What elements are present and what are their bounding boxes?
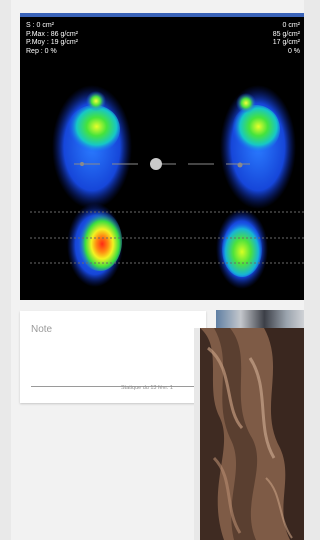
patient-photo[interactable]	[194, 328, 304, 540]
pressure-scan-view: S : 0 cm² P.Max : 86 g/cm² P.Moy : 19 g/…	[20, 17, 304, 300]
exam-caption: Statique du 13 févr. 1	[121, 385, 173, 391]
note-card[interactable]: Note	[20, 311, 206, 403]
photo-thumbnail-strip[interactable]	[216, 310, 304, 330]
note-label: Note	[31, 324, 53, 335]
footprint-heatmap	[30, 85, 304, 289]
right-footprint	[216, 85, 296, 289]
cop-dot-icon	[150, 158, 162, 170]
hair-image	[194, 328, 304, 540]
photo-frame-edge	[194, 328, 200, 540]
left-footprint	[52, 85, 132, 287]
